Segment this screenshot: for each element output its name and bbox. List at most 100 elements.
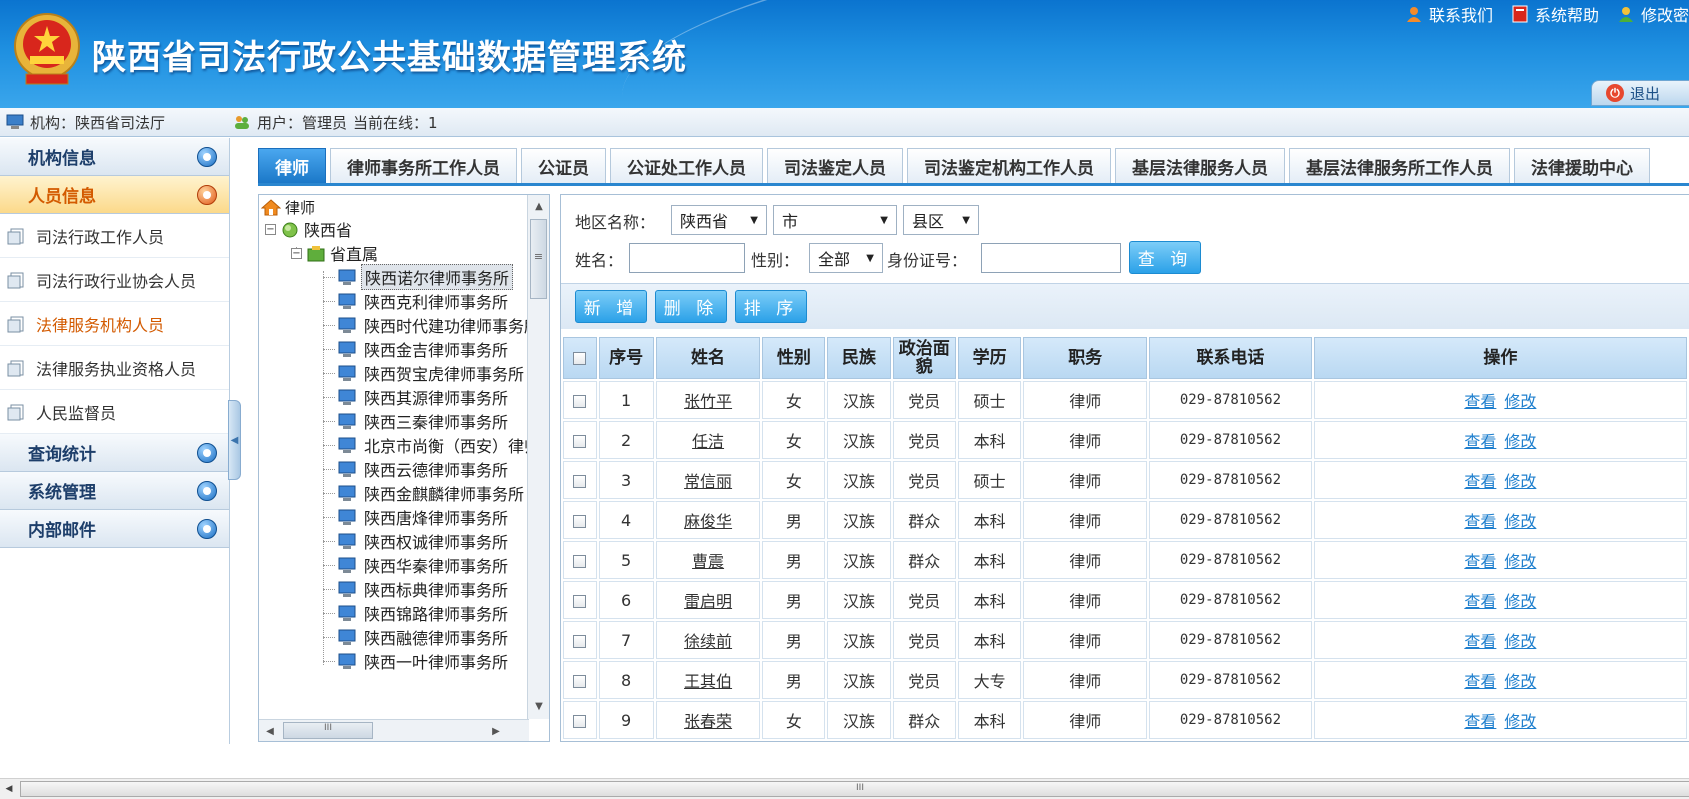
row-checkbox[interactable] [573,434,587,448]
view-link[interactable]: 查看 [1464,552,1496,571]
row-checkbox[interactable] [573,634,587,648]
id-number-input[interactable] [981,243,1121,273]
tree-firm-item[interactable]: 陕西克利律师事务所 [337,289,511,313]
tree-firm-item[interactable]: 陕西华秦律师事务所 [337,553,511,577]
query-button[interactable]: 查 询 [1129,241,1201,274]
tab-notary[interactable]: 公证员 [521,148,606,183]
edit-link[interactable]: 修改 [1504,392,1536,411]
row-checkbox[interactable] [573,394,587,408]
view-link[interactable]: 查看 [1464,392,1496,411]
tree-firm-item[interactable]: 陕西三秦律师事务所 [337,409,511,433]
view-link[interactable]: 查看 [1464,592,1496,611]
tree-firm-item[interactable]: 陕西标典律师事务所 [337,577,511,601]
view-link[interactable]: 查看 [1464,432,1496,451]
edit-link[interactable]: 修改 [1504,512,1536,531]
edit-link[interactable]: 修改 [1504,472,1536,491]
sort-button[interactable]: 排 序 [735,290,807,323]
lawyer-name-link[interactable]: 张春荣 [684,712,732,731]
nav-header-org-info[interactable]: 机构信息 [0,138,229,176]
col-header-phone[interactable]: 联系电话 [1149,337,1312,379]
tab-legal-aid-center[interactable]: 法律援助中心 [1514,148,1650,183]
contact-us-link[interactable]: 联系我们 [1405,2,1493,26]
system-help-link[interactable]: 系统帮助 [1511,2,1599,26]
row-checkbox[interactable] [573,714,587,728]
scroll-right-arrow-icon[interactable]: ▶ [485,720,507,741]
nav-header-internal-mail[interactable]: 内部邮件 [0,510,229,548]
edit-link[interactable]: 修改 [1504,592,1536,611]
nav-header-query-stats[interactable]: 查询统计 [0,434,229,472]
edit-link[interactable]: 修改 [1504,672,1536,691]
lawyer-name-link[interactable]: 徐续前 [684,632,732,651]
scroll-up-arrow-icon[interactable]: ▲ [528,195,549,217]
lawyer-name-link[interactable]: 麻俊华 [684,512,732,531]
lawyer-name-link[interactable]: 任洁 [692,432,724,451]
row-checkbox[interactable] [573,554,587,568]
tree-firm-item[interactable]: 陕西时代建功律师事务所 [337,313,527,337]
col-header-name[interactable]: 姓名 [655,337,761,379]
view-link[interactable]: 查看 [1464,512,1496,531]
tree-firm-item[interactable]: 陕西贺宝虎律师事务所 [337,361,527,385]
tree-firm-item[interactable]: 北京市尚衡（西安）律师事务所 [337,433,527,457]
tree-firm-item[interactable]: 陕西一叶律师事务所 [337,649,511,673]
scroll-left-arrow-icon[interactable]: ◀ [259,720,281,741]
tree-horizontal-scrollbar[interactable]: ◀ III ▶ [259,719,529,741]
tree-horizontal-scroll-thumb[interactable]: III [283,722,373,739]
nav-item-legal-service-staff[interactable]: 法律服务机构人员 [0,302,229,346]
view-link[interactable]: 查看 [1464,472,1496,491]
delete-button[interactable]: 删 除 [655,290,727,323]
select-all-checkbox[interactable] [573,351,587,365]
row-checkbox[interactable] [573,674,587,688]
tree-root[interactable]: 律师 [261,195,315,219]
lawyer-name-link[interactable]: 王其伯 [684,672,732,691]
lawyer-name-link[interactable]: 张竹平 [684,392,732,411]
tree-vertical-scrollbar[interactable]: ▲ ≡ ▼ [527,195,549,719]
tree-firm-item[interactable]: 陕西锦路律师事务所 [337,601,511,625]
scroll-left-arrow-icon[interactable]: ◀ [0,779,18,799]
col-header-political-status[interactable]: 政治面貌 [892,337,956,379]
tree-node-province[interactable]: − 陕西省 [265,217,352,241]
tree-node-group[interactable]: − 省直属 [291,241,378,265]
tab-notary-office-staff[interactable]: 公证处工作人员 [610,148,763,183]
tree-firm-item[interactable]: 陕西诺尔律师事务所 [337,264,514,290]
nav-item-people-supervisors[interactable]: 人民监督员 [0,390,229,434]
nav-header-personnel-info[interactable]: 人员信息 [0,176,229,214]
col-header-ethnicity[interactable]: 民族 [827,337,891,379]
lawyer-name-link[interactable]: 常信丽 [684,472,732,491]
tab-forensic-experts[interactable]: 司法鉴定人员 [767,148,903,183]
edit-link[interactable]: 修改 [1504,552,1536,571]
nav-item-association-staff[interactable]: 司法行政行业协会人员 [0,258,229,302]
view-link[interactable]: 查看 [1464,672,1496,691]
view-link[interactable]: 查看 [1464,632,1496,651]
nav-item-qualified-practitioners[interactable]: 法律服务执业资格人员 [0,346,229,390]
edit-link[interactable]: 修改 [1504,432,1536,451]
tab-forensic-institution-staff[interactable]: 司法鉴定机构工作人员 [907,148,1111,183]
view-link[interactable]: 查看 [1464,712,1496,731]
tree-firm-item[interactable]: 陕西权诚律师事务所 [337,529,511,553]
sidebar-collapse-handle[interactable]: ◀ [228,400,241,480]
row-checkbox[interactable] [573,514,587,528]
tab-lawyer[interactable]: 律师 [258,148,326,183]
tree-firm-item[interactable]: 陕西其源律师事务所 [337,385,511,409]
page-horizontal-scroll-thumb[interactable]: III [20,781,1689,797]
edit-link[interactable]: 修改 [1504,632,1536,651]
change-password-link[interactable]: 修改密 [1617,2,1689,26]
tree-firm-item[interactable]: 陕西金麒麟律师事务所 [337,481,527,505]
select-all-cell[interactable] [563,337,597,379]
city-select[interactable]: 市 ▼ [773,205,897,235]
tab-law-firm-staff[interactable]: 律师事务所工作人员 [330,148,517,183]
col-header-gender[interactable]: 性别 [762,337,826,379]
col-header-no[interactable]: 序号 [598,337,654,379]
province-select[interactable]: 陕西省 ▼ [671,205,767,235]
name-input[interactable] [629,243,745,273]
row-checkbox[interactable] [573,474,587,488]
col-header-education[interactable]: 学历 [957,337,1022,379]
edit-link[interactable]: 修改 [1504,712,1536,731]
lawyer-name-link[interactable]: 曹震 [692,552,724,571]
tree-vertical-scroll-thumb[interactable]: ≡ [530,219,547,299]
tab-grassroots-legal-office-staff[interactable]: 基层法律服务所工作人员 [1289,148,1510,183]
scroll-down-arrow-icon[interactable]: ▼ [528,695,549,717]
add-button[interactable]: 新 增 [575,290,647,323]
county-select[interactable]: 县区 ▼ [903,205,979,235]
row-checkbox[interactable] [573,594,587,608]
collapse-toggle-icon[interactable]: − [265,223,276,235]
